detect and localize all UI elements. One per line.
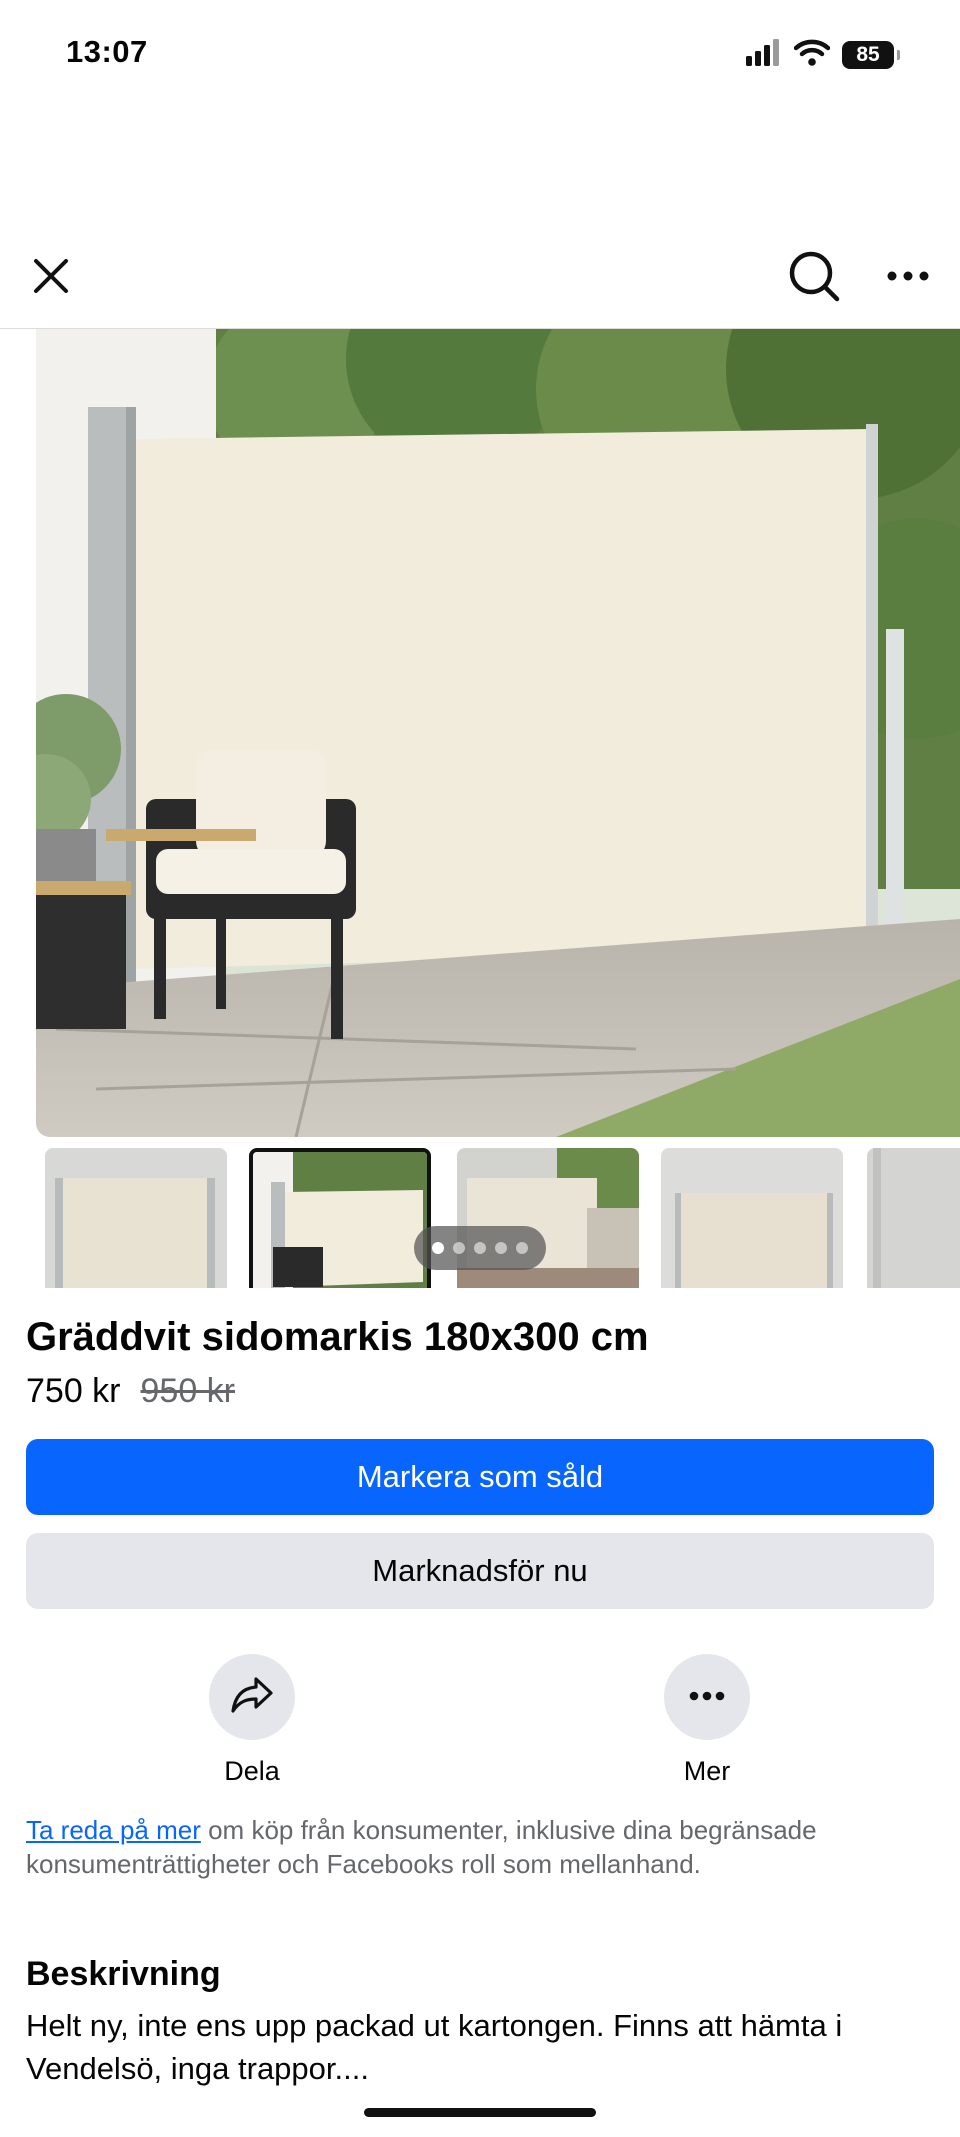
more-icon <box>886 269 930 287</box>
status-icons: 85 <box>746 38 900 71</box>
description-heading: Beskrivning <box>26 1955 221 1993</box>
home-indicator[interactable] <box>364 2108 596 2117</box>
more-label: Mer <box>683 1756 731 1786</box>
consumer-notice: Ta reda på mer om köp från konsumenter, … <box>26 1813 926 1881</box>
learn-more-link[interactable]: Ta reda på mer <box>26 1815 201 1845</box>
thumbnail-5[interactable] <box>867 1148 960 1288</box>
battery-icon: 85 <box>842 40 900 69</box>
thumbnail-4[interactable] <box>661 1148 843 1288</box>
more-button[interactable] <box>664 1654 750 1740</box>
share-button[interactable] <box>209 1654 295 1740</box>
more-horizontal-icon <box>689 1688 725 1706</box>
page-dot <box>495 1242 507 1254</box>
more-action[interactable]: Mer <box>647 1654 767 1788</box>
more-options-button[interactable] <box>878 248 938 308</box>
page-indicator <box>414 1226 546 1270</box>
status-time: 13:07 <box>66 34 148 69</box>
share-label: Dela <box>224 1756 280 1786</box>
search-icon <box>787 249 841 308</box>
listing-title: Gräddvit sidomarkis 180x300 cm <box>26 1315 649 1359</box>
thumbnail-2[interactable] <box>249 1148 431 1288</box>
close-icon <box>31 256 71 301</box>
thumbnail-1[interactable] <box>45 1148 227 1288</box>
top-nav <box>0 230 960 329</box>
wifi-icon <box>793 38 831 71</box>
page-dot <box>453 1242 465 1254</box>
signal-icon <box>746 38 782 71</box>
mark-as-sold-button[interactable]: Markera som såld <box>26 1439 934 1515</box>
share-action[interactable]: Dela <box>192 1654 312 1788</box>
original-price: 950 kr <box>140 1372 236 1410</box>
price-row: 750 kr 950 kr <box>26 1368 235 1414</box>
promote-now-button[interactable]: Marknadsför nu <box>26 1533 934 1609</box>
page-dot <box>432 1242 444 1254</box>
product-image[interactable] <box>36 329 960 1137</box>
current-price: 750 kr <box>26 1372 121 1410</box>
close-button[interactable] <box>21 248 81 308</box>
page-dot <box>474 1242 486 1254</box>
status-bar: 13:07 85 <box>0 0 960 110</box>
page-dot <box>516 1242 528 1254</box>
description-text: Helt ny, inte ens upp packad ut kartonge… <box>26 2008 843 2086</box>
share-icon <box>230 1675 274 1720</box>
search-button[interactable] <box>784 248 844 308</box>
